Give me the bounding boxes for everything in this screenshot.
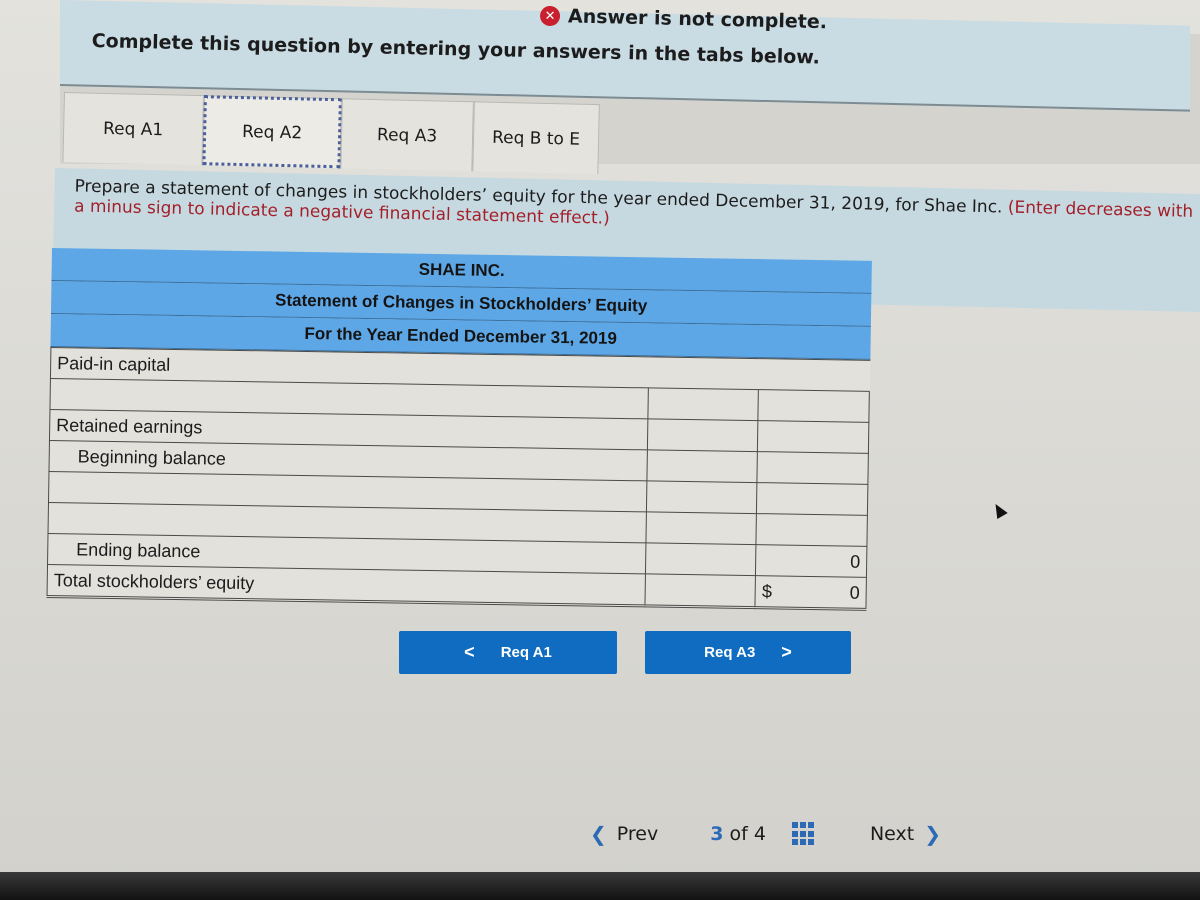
col1-cell[interactable] xyxy=(645,511,757,545)
statement-table: Paid-in capital Retained earnings Beginn… xyxy=(46,346,871,611)
req-tabs: Req A1 Req A2 Req A3 Req B to E xyxy=(62,92,600,175)
prev-req-button[interactable]: < Req A1 xyxy=(399,631,617,674)
prev-label: Prev xyxy=(616,823,659,845)
col1-cell[interactable] xyxy=(646,480,758,514)
next-question-button[interactable]: Next ❯ xyxy=(870,822,941,846)
next-req-button[interactable]: Req A3 > xyxy=(645,631,851,674)
ending-balance-value: 0 xyxy=(755,544,867,578)
amount-input[interactable] xyxy=(653,451,756,482)
total-equity-cell: $ 0 xyxy=(755,575,867,610)
prev-req-label: Req A1 xyxy=(500,644,552,661)
col1-cell[interactable] xyxy=(647,418,759,452)
prev-question-button[interactable]: ❮ Prev xyxy=(590,822,658,846)
col2-cell[interactable] xyxy=(757,420,869,454)
tab-req-a2[interactable]: Req A2 xyxy=(202,95,342,169)
grid-menu-icon[interactable] xyxy=(791,822,816,846)
current-page: 3 xyxy=(710,823,724,845)
chevron-left-icon: < xyxy=(464,642,475,662)
col2-cell[interactable] xyxy=(756,513,868,547)
page: ✕ Answer is not complete. Complete this … xyxy=(0,0,1200,900)
equity-statement: SHAE INC. Statement of Changes in Stockh… xyxy=(46,248,872,611)
chevron-right-icon: ❯ xyxy=(924,822,941,846)
of-label: of xyxy=(729,823,748,845)
chevron-left-icon: ❮ xyxy=(590,822,607,846)
col1-cell[interactable] xyxy=(647,387,759,421)
page-counter: 3 of 4 xyxy=(710,823,766,845)
col2-cell[interactable] xyxy=(758,389,870,423)
amount-input[interactable] xyxy=(652,513,755,544)
total-equity-value: 0 xyxy=(849,582,860,603)
amount-input[interactable] xyxy=(654,389,757,420)
col1-cell xyxy=(644,573,756,608)
amount-input[interactable] xyxy=(653,420,756,451)
tab-req-b-to-e[interactable]: Req B to E xyxy=(472,101,600,175)
col1-cell[interactable] xyxy=(646,449,758,483)
amount-input[interactable] xyxy=(762,515,865,545)
col2-cell[interactable] xyxy=(757,451,869,485)
tab-req-a3[interactable]: Req A3 xyxy=(340,98,474,172)
chevron-right-icon: > xyxy=(781,642,792,662)
error-x-icon: ✕ xyxy=(539,5,561,27)
next-label: Next xyxy=(869,823,915,845)
amount-input[interactable] xyxy=(763,484,866,514)
question-pagination: ❮ Prev 3 of 4 Next ❯ xyxy=(590,822,941,846)
mouse-cursor-icon xyxy=(990,500,1008,520)
monitor-bezel xyxy=(0,872,1200,900)
col1-cell xyxy=(645,542,757,576)
amount-input[interactable] xyxy=(764,422,867,452)
amount-input[interactable] xyxy=(764,391,867,421)
next-req-label: Req A3 xyxy=(704,644,756,661)
currency-symbol: $ xyxy=(761,580,773,601)
amount-input[interactable] xyxy=(763,453,866,483)
question-prompt: Prepare a statement of changes in stockh… xyxy=(74,176,1195,241)
amount-input[interactable] xyxy=(652,482,755,513)
col2-cell[interactable] xyxy=(756,482,868,516)
total-pages: 4 xyxy=(753,823,766,845)
tab-req-a1[interactable]: Req A1 xyxy=(62,92,204,166)
